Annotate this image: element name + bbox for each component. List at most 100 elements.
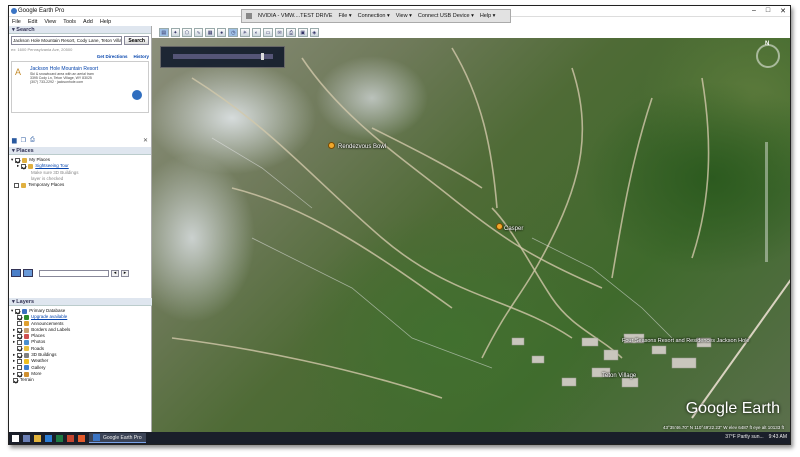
menu-add[interactable]: Add — [83, 19, 93, 25]
places-filter-input[interactable] — [39, 269, 109, 277]
building — [621, 377, 639, 388]
checkbox[interactable] — [17, 346, 22, 352]
menu-tools[interactable]: Tools — [63, 19, 76, 25]
close-icon[interactable]: ✕ — [143, 137, 148, 144]
record-tour-icon[interactable]: ● — [216, 28, 227, 37]
folder-icon[interactable]: ▆ — [12, 137, 17, 144]
search-actions: ▆ ❐ ⎙ ✕ — [9, 133, 151, 147]
weather-widget[interactable]: 37°F Partly sun... — [725, 434, 763, 440]
borders-icon — [24, 327, 30, 333]
checkbox[interactable] — [15, 308, 21, 314]
save-image-icon[interactable]: ▣ — [297, 28, 308, 37]
checkbox[interactable] — [17, 333, 23, 339]
google-earth-logo-icon — [11, 8, 17, 14]
buildings-icon — [24, 352, 30, 358]
copy-icon[interactable]: ❐ — [21, 137, 26, 144]
zoom-slider[interactable] — [765, 142, 768, 262]
chrome-icon[interactable] — [78, 434, 85, 442]
print-icon[interactable]: ⎙ — [286, 28, 296, 37]
label-rendezvous[interactable]: Rendezvous Bowl — [338, 144, 386, 150]
ruler-icon[interactable]: ▭ — [263, 28, 273, 37]
label-casper[interactable]: Casper — [504, 226, 523, 232]
print-icon[interactable]: ⎙ — [30, 137, 35, 144]
checkbox[interactable] — [13, 377, 18, 383]
layer-terrain[interactable]: Terrain — [11, 377, 150, 383]
pin-icon[interactable] — [246, 13, 252, 19]
label-four-seasons[interactable]: Four Seasons Resort and Residences Jacks… — [622, 338, 749, 344]
database-icon — [22, 308, 28, 314]
minimize-button[interactable]: – — [752, 7, 756, 15]
windows-start-icon[interactable] — [12, 434, 19, 442]
weather-icon — [24, 359, 30, 365]
file-explorer-icon[interactable] — [34, 434, 41, 442]
sidebar-toggle-icon[interactable]: ▤ — [159, 28, 169, 37]
remote-menu-help[interactable]: Help ▾ — [480, 13, 496, 19]
search-header-label: Search — [16, 26, 35, 33]
more-icon — [24, 371, 30, 377]
powerpoint-icon[interactable] — [67, 434, 74, 442]
next-button[interactable]: ▸ — [121, 269, 129, 277]
search-result[interactable]: A Jackson Hole Mountain Resort Ski & sno… — [11, 61, 149, 113]
menu-edit[interactable]: Edit — [28, 19, 37, 25]
menu-file[interactable]: File — [12, 19, 21, 25]
search-button[interactable]: Search — [124, 36, 149, 45]
checkbox[interactable] — [15, 157, 21, 163]
overlay-icon[interactable]: ▦ — [205, 28, 215, 37]
placemark-icon[interactable]: ✦ — [170, 28, 181, 37]
search-icon[interactable] — [23, 434, 30, 442]
checkbox[interactable] — [17, 359, 23, 365]
search-header[interactable]: ▾ Search — [9, 26, 151, 34]
poi-marker[interactable] — [328, 142, 335, 149]
taskbar-google-earth[interactable]: Google Earth Pro — [89, 433, 146, 443]
taskbar-app-label: Google Earth Pro — [103, 434, 142, 441]
maps-icon[interactable]: ◈ — [309, 28, 320, 37]
checkbox[interactable] — [17, 327, 23, 333]
word-icon[interactable] — [45, 434, 52, 442]
checkbox[interactable] — [17, 352, 23, 358]
layers-header[interactable]: ▾ Layers — [9, 298, 152, 306]
menu-help[interactable]: Help — [100, 19, 111, 25]
path-icon[interactable]: ∿ — [193, 28, 204, 37]
list-view-icon[interactable] — [23, 269, 33, 277]
menu-bar: File Edit View Tools Add Help — [9, 17, 244, 26]
globe-icon[interactable] — [132, 90, 142, 100]
compass-icon[interactable] — [756, 44, 780, 68]
label-teton-village[interactable]: Teton Village — [602, 373, 636, 379]
gallery-icon — [24, 365, 30, 371]
poi-marker[interactable] — [496, 223, 503, 230]
remote-menu-file[interactable]: File ▾ — [338, 13, 351, 19]
sun-icon[interactable]: ☀ — [240, 28, 250, 37]
checkbox[interactable] — [17, 365, 23, 371]
remote-menu-usb[interactable]: Connect USB Device ▾ — [418, 13, 474, 19]
checkbox[interactable] — [17, 314, 22, 320]
menu-view[interactable]: View — [44, 19, 56, 25]
maximize-button[interactable]: □ — [766, 7, 770, 15]
checkbox[interactable] — [14, 182, 20, 188]
close-button[interactable]: ✕ — [780, 7, 786, 15]
search-input[interactable]: Jackson Hole Mountain Resort, Cody Lane,… — [11, 36, 123, 45]
planets-icon[interactable]: ◐ — [251, 28, 262, 37]
places-header[interactable]: ▾ Places — [9, 147, 151, 155]
historical-imagery-slider[interactable] — [160, 46, 285, 68]
clock[interactable]: 9:43 AM — [769, 434, 787, 440]
checkbox[interactable] — [17, 321, 22, 327]
remote-menu-connection[interactable]: Connection ▾ — [358, 13, 390, 19]
historical-imagery-icon[interactable]: ◷ — [228, 28, 239, 37]
map-view[interactable]: Rendezvous Bowl Casper Four Seasons Reso… — [152, 38, 790, 432]
checkbox[interactable] — [21, 163, 27, 169]
checkbox[interactable] — [17, 340, 23, 346]
time-slider-knob[interactable] — [261, 53, 264, 60]
email-icon[interactable]: ✉ — [274, 28, 285, 37]
get-directions-link[interactable]: Get Directions — [97, 54, 128, 59]
history-link[interactable]: History — [133, 54, 149, 59]
search-links: Get Directions History — [9, 52, 151, 61]
time-slider-track[interactable] — [173, 53, 273, 60]
excel-icon[interactable] — [56, 434, 63, 442]
polygon-icon[interactable]: ⬠ — [182, 28, 192, 37]
ski-trails-overlay — [171, 47, 790, 419]
place-temporary[interactable]: Temporary Places — [11, 182, 149, 188]
remote-menu-view[interactable]: View ▾ — [396, 13, 412, 19]
previous-button[interactable]: ◂ — [111, 269, 119, 277]
checkbox[interactable] — [17, 371, 23, 377]
search-places-icon[interactable] — [11, 269, 21, 277]
